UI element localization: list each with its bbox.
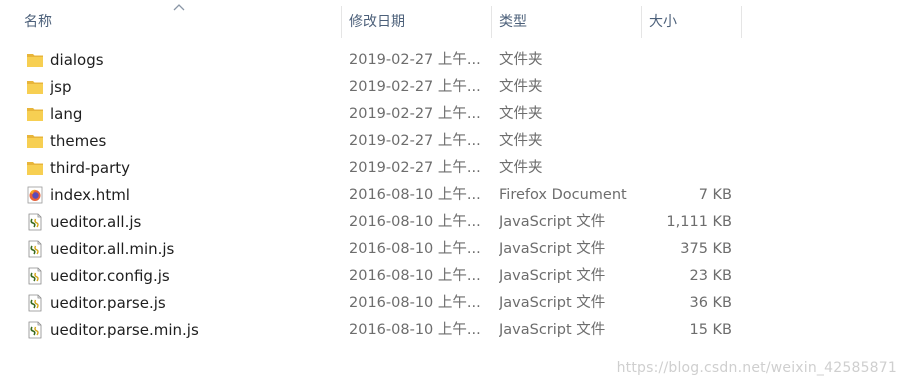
file-type: JavaScript 文件: [499, 214, 606, 230]
file-type: 文件夹: [499, 133, 543, 149]
file-size: 7 KB: [698, 187, 732, 203]
column-divider[interactable]: [491, 6, 492, 38]
file-type: 文件夹: [499, 52, 543, 68]
sort-ascending-icon: [173, 4, 185, 11]
file-type: 文件夹: [499, 79, 543, 95]
file-name: ueditor.parse.min.js: [50, 321, 199, 339]
file-name: dialogs: [50, 51, 104, 69]
file-size: [642, 128, 732, 155]
file-date: 2016-08-10 上午...: [349, 268, 481, 284]
js-file-icon: [28, 240, 42, 258]
file-type: JavaScript 文件: [499, 295, 606, 311]
file-name: index.html: [50, 186, 130, 204]
file-size: [642, 101, 732, 128]
file-date: 2016-08-10 上午...: [349, 214, 481, 230]
file-date: 2019-02-27 上午...: [349, 79, 481, 95]
file-row[interactable]: dialogs 2019-02-27 上午... 文件夹: [0, 47, 760, 74]
watermark-text: https://blog.csdn.net/weixin_42585871: [616, 360, 897, 376]
file-date: 2019-02-27 上午...: [349, 160, 481, 176]
folder-icon: [27, 135, 43, 148]
column-divider[interactable]: [741, 6, 742, 38]
column-header-name-label: 名称: [24, 14, 52, 30]
file-row[interactable]: third-party 2019-02-27 上午... 文件夹: [0, 155, 760, 182]
column-header-type[interactable]: 类型: [499, 0, 633, 44]
file-row[interactable]: index.html 2016-08-10 上午... Firefox Docu…: [0, 182, 760, 209]
file-size: 15 KB: [689, 322, 732, 338]
file-name: lang: [50, 105, 83, 123]
file-date: 2019-02-27 上午...: [349, 106, 481, 122]
firefox-icon: [27, 186, 43, 204]
file-size: 36 KB: [689, 295, 732, 311]
file-date: 2016-08-10 上午...: [349, 187, 481, 203]
file-row[interactable]: ueditor.parse.min.js 2016-08-10 上午... Ja…: [0, 317, 760, 344]
file-row[interactable]: ueditor.config.js 2016-08-10 上午... JavaS…: [0, 263, 760, 290]
file-type: Firefox Document: [499, 187, 627, 203]
file-date: 2019-02-27 上午...: [349, 52, 481, 68]
file-size: [642, 155, 732, 182]
file-name: ueditor.all.min.js: [50, 240, 175, 258]
file-date: 2016-08-10 上午...: [349, 322, 481, 338]
file-row[interactable]: themes 2019-02-27 上午... 文件夹: [0, 128, 760, 155]
column-header-size[interactable]: 大小: [649, 0, 733, 44]
file-date: 2016-08-10 上午...: [349, 241, 481, 257]
folder-icon: [27, 81, 43, 94]
file-name: jsp: [50, 78, 72, 96]
file-row[interactable]: jsp 2019-02-27 上午... 文件夹: [0, 74, 760, 101]
file-name: ueditor.all.js: [50, 213, 142, 231]
folder-icon: [27, 162, 43, 175]
file-size: [642, 74, 732, 101]
file-date: 2019-02-27 上午...: [349, 133, 481, 149]
file-row[interactable]: lang 2019-02-27 上午... 文件夹: [0, 101, 760, 128]
file-type: 文件夹: [499, 106, 543, 122]
file-row[interactable]: ueditor.parse.js 2016-08-10 上午... JavaSc…: [0, 290, 760, 317]
js-file-icon: [28, 321, 42, 339]
js-file-icon: [28, 213, 42, 231]
column-header-type-label: 类型: [499, 14, 527, 30]
folder-icon: [27, 54, 43, 67]
file-size: 23 KB: [689, 268, 732, 284]
js-file-icon: [28, 294, 42, 312]
column-header-size-label: 大小: [649, 14, 677, 30]
file-row[interactable]: ueditor.all.js 2016-08-10 上午... JavaScri…: [0, 209, 760, 236]
column-header-bar: 名称 修改日期 类型 大小: [0, 0, 905, 44]
file-name: ueditor.parse.js: [50, 294, 166, 312]
file-size: [642, 47, 732, 74]
file-name: themes: [50, 132, 107, 150]
file-name: third-party: [50, 159, 131, 177]
file-row[interactable]: ueditor.all.min.js 2016-08-10 上午... Java…: [0, 236, 760, 263]
column-header-date-label: 修改日期: [349, 14, 405, 30]
column-header-date[interactable]: 修改日期: [349, 0, 483, 44]
file-type: JavaScript 文件: [499, 268, 606, 284]
file-list: dialogs 2019-02-27 上午... 文件夹 jsp 2019-02…: [0, 47, 905, 344]
file-name: ueditor.config.js: [50, 267, 170, 285]
file-size: 1,111 KB: [666, 214, 732, 230]
column-divider[interactable]: [341, 6, 342, 38]
folder-icon: [27, 108, 43, 121]
file-type: 文件夹: [499, 160, 543, 176]
column-divider[interactable]: [641, 6, 642, 38]
file-type: JavaScript 文件: [499, 322, 606, 338]
file-type: JavaScript 文件: [499, 241, 606, 257]
js-file-icon: [28, 267, 42, 285]
file-date: 2016-08-10 上午...: [349, 295, 481, 311]
file-size: 375 KB: [680, 241, 732, 257]
